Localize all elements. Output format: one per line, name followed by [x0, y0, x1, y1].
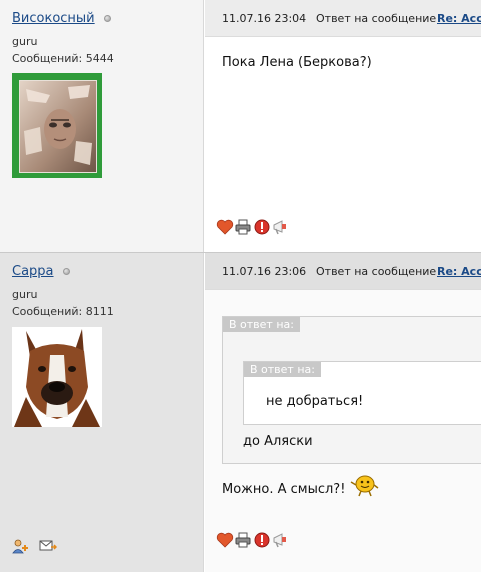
offline-status-icon [104, 15, 111, 22]
send-message-icon[interactable] [39, 538, 57, 554]
author-username[interactable]: Сарра [12, 264, 54, 279]
nested-quote-text: не добраться! [266, 394, 364, 409]
avatar [12, 73, 102, 178]
author-rank: guru [12, 35, 38, 48]
reply-to-label: Ответ на сообщение [316, 265, 437, 278]
author-message-count: Сообщений: 5444 [12, 52, 114, 65]
nested-quote-block: В ответ на: не добраться! [243, 361, 481, 425]
post-date: 11.07.16 23:06 [222, 265, 307, 278]
quote-text: до Аляски [243, 434, 313, 449]
avatar-image [12, 327, 102, 427]
post-header: 11.07.16 23:04 Ответ на сообщение Re: Ac… [205, 0, 481, 37]
report-icon[interactable] [253, 531, 271, 549]
post-text: Можно. А смысл?! [222, 482, 346, 497]
post-date: 11.07.16 23:04 [222, 12, 307, 25]
reply-to-link[interactable]: Re: Acc [437, 12, 481, 25]
avatar [12, 327, 102, 427]
author-sidebar: Сарра guru Сообщений: 8111 [0, 253, 204, 572]
author-username[interactable]: Високосный [12, 11, 95, 26]
quote-block: В ответ на: В ответ на: не добраться! до… [222, 316, 481, 464]
forum-post-1: Високосный guru Сообщений: 5444 11.07.16… [0, 0, 481, 252]
nested-quote-label: В ответ на: [244, 362, 321, 377]
print-icon[interactable] [234, 531, 252, 549]
reply-to-label: Ответ на сообщение [316, 12, 437, 25]
smiley-icon [350, 475, 379, 497]
post-header: 11.07.16 23:06 Ответ на сообщение Re: Ac… [205, 253, 481, 290]
heart-icon[interactable] [216, 218, 234, 236]
report-icon[interactable] [253, 218, 271, 236]
message-count-label: Сообщений: [12, 305, 83, 318]
avatar-image [19, 80, 97, 173]
message-count-label: Сообщений: [12, 52, 83, 65]
author-rank: guru [12, 288, 38, 301]
author-message-count: Сообщений: 8111 [12, 305, 114, 318]
quote-label: В ответ на: [223, 317, 300, 332]
author-sidebar: Високосный guru Сообщений: 5444 [0, 0, 204, 252]
message-count-value: 8111 [85, 305, 114, 318]
post-text: Пока Лена (Беркова?) [222, 55, 372, 70]
message-count-value: 5444 [85, 52, 114, 65]
heart-icon[interactable] [216, 531, 234, 549]
forum-post-2: Сарра guru Сообщений: 8111 11.07.16 23:0… [0, 253, 481, 572]
post-body: В ответ на: В ответ на: не добраться! до… [205, 290, 481, 572]
print-icon[interactable] [234, 218, 252, 236]
add-friend-icon[interactable] [12, 538, 30, 554]
megaphone-icon[interactable] [272, 531, 290, 549]
reply-to-link[interactable]: Re: Acc [437, 265, 481, 278]
offline-status-icon [63, 268, 70, 275]
megaphone-icon[interactable] [272, 218, 290, 236]
